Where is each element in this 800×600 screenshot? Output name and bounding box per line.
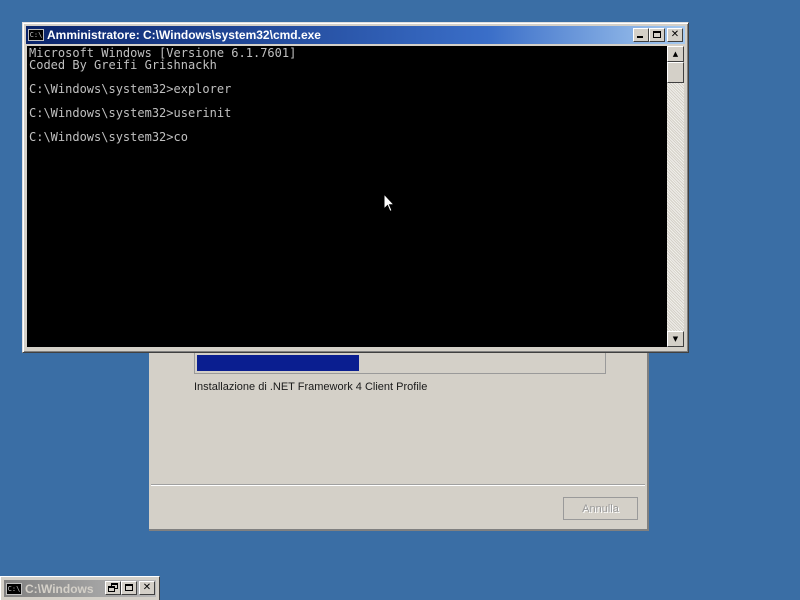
mouse-pointer-icon [383, 193, 395, 213]
console-input-line[interactable]: C:\Windows\system32>co [29, 131, 188, 143]
maximize-icon [653, 31, 661, 38]
restore-button[interactable] [105, 581, 121, 595]
cancel-button[interactable]: Annulla [563, 497, 638, 520]
console-line: C:\Windows\system32>userinit [29, 106, 232, 120]
close-icon: ✕ [142, 582, 152, 593]
close-button[interactable]: ✕ [139, 581, 155, 595]
scrollbar-thumb[interactable] [667, 62, 684, 83]
cmd-title-bar[interactable]: C:\ Amministratore: C:\Windows\system32\… [26, 26, 685, 44]
close-icon: ✕ [670, 29, 680, 40]
window-title: Amministratore: C:\Windows\system32\cmd.… [47, 28, 321, 42]
install-progress-bar [194, 352, 606, 374]
cmd-window: C:\ Amministratore: C:\Windows\system32\… [22, 22, 689, 353]
minimized-cmd-window[interactable]: C:\ C:\Windows ✕ [0, 576, 160, 600]
cmd-app-icon[interactable]: C:\ [28, 29, 44, 41]
minimize-button[interactable] [633, 28, 649, 42]
maximize-icon [125, 584, 133, 591]
scroll-down-button[interactable]: ▼ [667, 331, 684, 347]
console-output[interactable]: Microsoft Windows [Versione 6.1.7601] Co… [27, 46, 667, 347]
minimized-window-title: C:\Windows [25, 581, 94, 596]
console-line: Coded By Greifi Grishnackh [29, 58, 217, 72]
minimized-title-bar[interactable]: C:\ C:\Windows ✕ [4, 580, 156, 597]
restore-icon-front [108, 586, 115, 592]
close-button[interactable]: ✕ [667, 28, 683, 42]
cmd-app-icon[interactable]: C:\ [6, 582, 22, 595]
maximize-button[interactable] [121, 581, 137, 595]
install-progress-fill [197, 355, 359, 371]
minimize-icon [637, 36, 643, 38]
scroll-up-button[interactable]: ▲ [667, 46, 684, 62]
dialog-divider [151, 484, 645, 486]
maximize-button[interactable] [649, 28, 665, 42]
console-line: C:\Windows\system32>explorer [29, 82, 232, 96]
install-status-text: Installazione di .NET Framework 4 Client… [194, 381, 428, 393]
vertical-scrollbar[interactable]: ▲ ▼ [667, 46, 684, 347]
